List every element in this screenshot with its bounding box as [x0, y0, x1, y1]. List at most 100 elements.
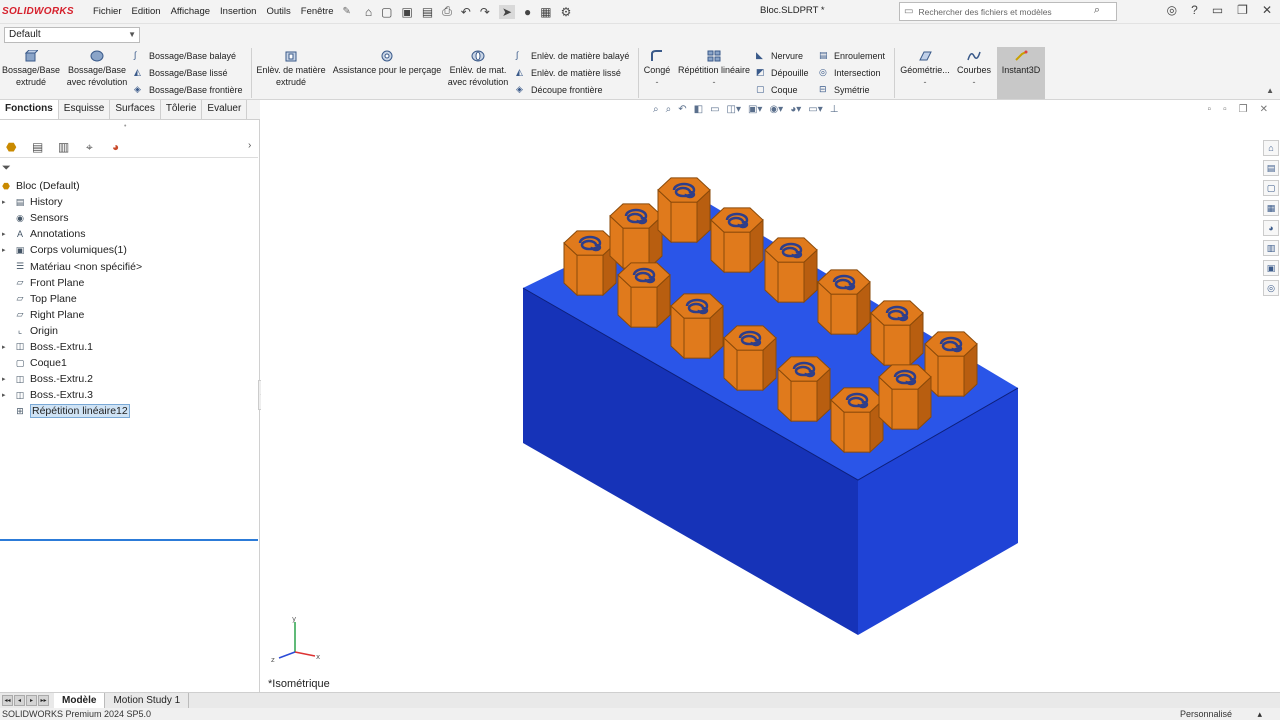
cut-revolve-button[interactable]: Enlèv. de mat. avec révolution [444, 50, 512, 88]
cut-loft-button[interactable]: ◭ Enlèv. de matière lissé [516, 67, 621, 78]
tree-node[interactable]: ⊞ Répétition linéaire12 [0, 403, 258, 419]
expand-arrow-icon[interactable]: ▸ [2, 375, 10, 383]
open-icon[interactable]: ▣ [402, 5, 413, 19]
graphics-viewport[interactable]: ⌕ ⌕ ↶ ◧ ▭ ◫▾ ▣▾ ◉▾ ◕▾ ▭▾ ⊥ ▫ ▫ ❐ ✕ ⌂ ▤ ▢… [261, 100, 1280, 692]
next-tab-icon[interactable]: ▸ [26, 695, 37, 706]
rib-button[interactable]: ◣ Nervure [756, 50, 803, 61]
peg-side-face[interactable] [891, 388, 919, 430]
peg-side-face[interactable] [736, 349, 764, 391]
menu-affichage[interactable]: Affichage [166, 6, 215, 17]
search-input[interactable]: ▭ Rechercher des fichiers et modèles ⌕ [899, 2, 1117, 21]
peg-side-face[interactable] [883, 324, 911, 366]
peg-side-face[interactable] [630, 286, 658, 328]
boss-sweep-button[interactable]: ∫ Bossage/Base balayé [134, 50, 236, 61]
draft-button[interactable]: ◩ Dépouille [756, 67, 809, 78]
peg-side-face[interactable] [777, 261, 805, 303]
panel-grip-icon[interactable]: • [124, 123, 126, 130]
3d-content-icon[interactable]: ◎ [1263, 280, 1279, 296]
cut-extrude-button[interactable]: Enlèv. de matière extrudé [254, 50, 328, 88]
hole-wizard-button[interactable]: Assistance pour le perçage [330, 50, 444, 76]
property-manager-tab-icon[interactable]: ▤ [32, 140, 43, 154]
tree-node[interactable]: ⬣ Bloc (Default) [0, 178, 258, 194]
redo-icon[interactable]: ↷ [480, 5, 490, 19]
file-properties-icon[interactable]: ▦ [540, 5, 551, 19]
shell-button[interactable]: ▢ Coque [756, 84, 798, 95]
mirror-button[interactable]: ⊟ Symétrie [819, 84, 870, 95]
tree-node[interactable]: ▱ Top Plane [0, 291, 258, 307]
user-icon[interactable]: ◎ [1167, 3, 1177, 17]
design-library-icon[interactable]: ▤ [1263, 160, 1279, 176]
home-icon[interactable]: ⌂ [365, 5, 372, 19]
fillet-button[interactable]: Congé - [640, 50, 674, 88]
peg-side-face[interactable] [622, 227, 650, 269]
file-explorer-icon[interactable]: ▢ [1263, 180, 1279, 196]
3d-model[interactable] [261, 100, 1261, 692]
tree-node[interactable]: ▱ Front Plane [0, 275, 258, 291]
boss-loft-button[interactable]: ◭ Bossage/Base lissé [134, 67, 228, 78]
options-gear-icon[interactable]: ⚙ [561, 5, 572, 19]
tree-node[interactable]: ☰ Matériau <non spécifié> [0, 258, 258, 274]
new-document-icon[interactable]: ▢ [381, 5, 392, 19]
tab-esquisse[interactable]: Esquisse [59, 100, 111, 119]
linear-pattern-button[interactable]: Répétition linéaire - [676, 50, 752, 88]
last-tab-icon[interactable]: ▸▸ [38, 695, 49, 706]
view-palette-icon[interactable]: ▦ [1263, 200, 1279, 216]
forum-icon[interactable]: ▣ [1263, 260, 1279, 276]
first-tab-icon[interactable]: ◂◂ [2, 695, 13, 706]
display-manager-tab-icon[interactable]: ◕ [112, 140, 119, 154]
menu-fenetre[interactable]: Fenêtre [296, 6, 339, 17]
expand-arrow-icon[interactable]: ▸ [2, 198, 10, 206]
menu-outils[interactable]: Outils [261, 6, 295, 17]
tab-modele[interactable]: Modèle [54, 693, 106, 708]
curves-button[interactable]: Courbes - [954, 50, 994, 88]
peg-side-face[interactable] [723, 231, 751, 273]
pin-icon[interactable]: ✎ [339, 6, 355, 17]
rollback-bar[interactable] [0, 539, 258, 541]
solidworks-resources-icon[interactable]: ⌂ [1263, 140, 1279, 156]
solidworks-logo[interactable]: SOLIDWORKS [0, 6, 88, 17]
tree-node[interactable]: ▸ ◫ Boss.-Extru.1 [0, 339, 258, 355]
peg-side-face[interactable] [790, 380, 818, 422]
tree-node[interactable]: ▸ ▤ History [0, 194, 258, 210]
close-icon[interactable]: ✕ [1262, 3, 1272, 17]
expand-arrow-icon[interactable]: ▸ [2, 230, 10, 238]
wrap-button[interactable]: ▤ Enroulement [819, 50, 885, 61]
units-mode[interactable]: Personnalisé [1180, 708, 1232, 720]
undo-icon[interactable]: ↶ [461, 5, 471, 19]
print-icon[interactable]: ⎙ [442, 4, 452, 19]
intersect-button[interactable]: ◎ Intersection [819, 67, 881, 78]
expand-arrow-icon[interactable]: ▸ [2, 343, 10, 351]
peg-side-face[interactable] [683, 317, 711, 359]
tab-fonctions[interactable]: Fonctions [0, 100, 59, 119]
expand-arrow-icon[interactable]: ▸ [2, 246, 10, 254]
boss-boundary-button[interactable]: ◈ Bossage/Base frontière [134, 84, 243, 95]
feature-manager-tab-icon[interactable]: ⬣ [6, 140, 16, 154]
tree-node[interactable]: ⌞ Origin [0, 323, 258, 339]
custom-properties-icon[interactable]: ▥ [1263, 240, 1279, 256]
tab-evaluer[interactable]: Evaluer [202, 100, 248, 119]
tab-motion-study[interactable]: Motion Study 1 [105, 693, 190, 708]
tree-node[interactable]: ▸ ▣ Corps volumiques(1) [0, 242, 258, 258]
tree-node[interactable]: ▱ Right Plane [0, 307, 258, 323]
dimxpert-manager-tab-icon[interactable]: ⌖ [86, 140, 93, 155]
expand-arrow-icon[interactable]: ▸ [2, 391, 10, 399]
peg-side-face[interactable] [576, 254, 604, 296]
tab-surfaces[interactable]: Surfaces [110, 100, 161, 119]
select-icon[interactable]: ➤ [498, 4, 515, 19]
menu-fichier[interactable]: Fichier [88, 6, 127, 17]
menu-insertion[interactable]: Insertion [215, 6, 261, 17]
chevron-right-icon[interactable]: › [248, 140, 251, 151]
restore-icon[interactable]: ❐ [1237, 3, 1248, 17]
configuration-select[interactable]: Default ▼ [4, 27, 140, 43]
help-icon[interactable]: ? [1191, 3, 1198, 17]
rebuild-icon[interactable]: ● [524, 5, 531, 19]
peg-side-face[interactable] [670, 201, 698, 243]
tree-node[interactable]: ▸ ◫ Boss.-Extru.3 [0, 387, 258, 403]
previous-tab-icon[interactable]: ◂ [14, 695, 25, 706]
reference-geometry-button[interactable]: Géométrie... - [898, 50, 952, 88]
filter-icon[interactable]: ⏷ [2, 162, 11, 175]
restore-toolbar-icon[interactable]: ▭ [1212, 3, 1223, 17]
cut-boundary-button[interactable]: ◈ Découpe frontière [516, 84, 603, 95]
peg-side-face[interactable] [830, 293, 858, 335]
ribbon-expand-icon[interactable]: ▲ [1266, 86, 1274, 95]
